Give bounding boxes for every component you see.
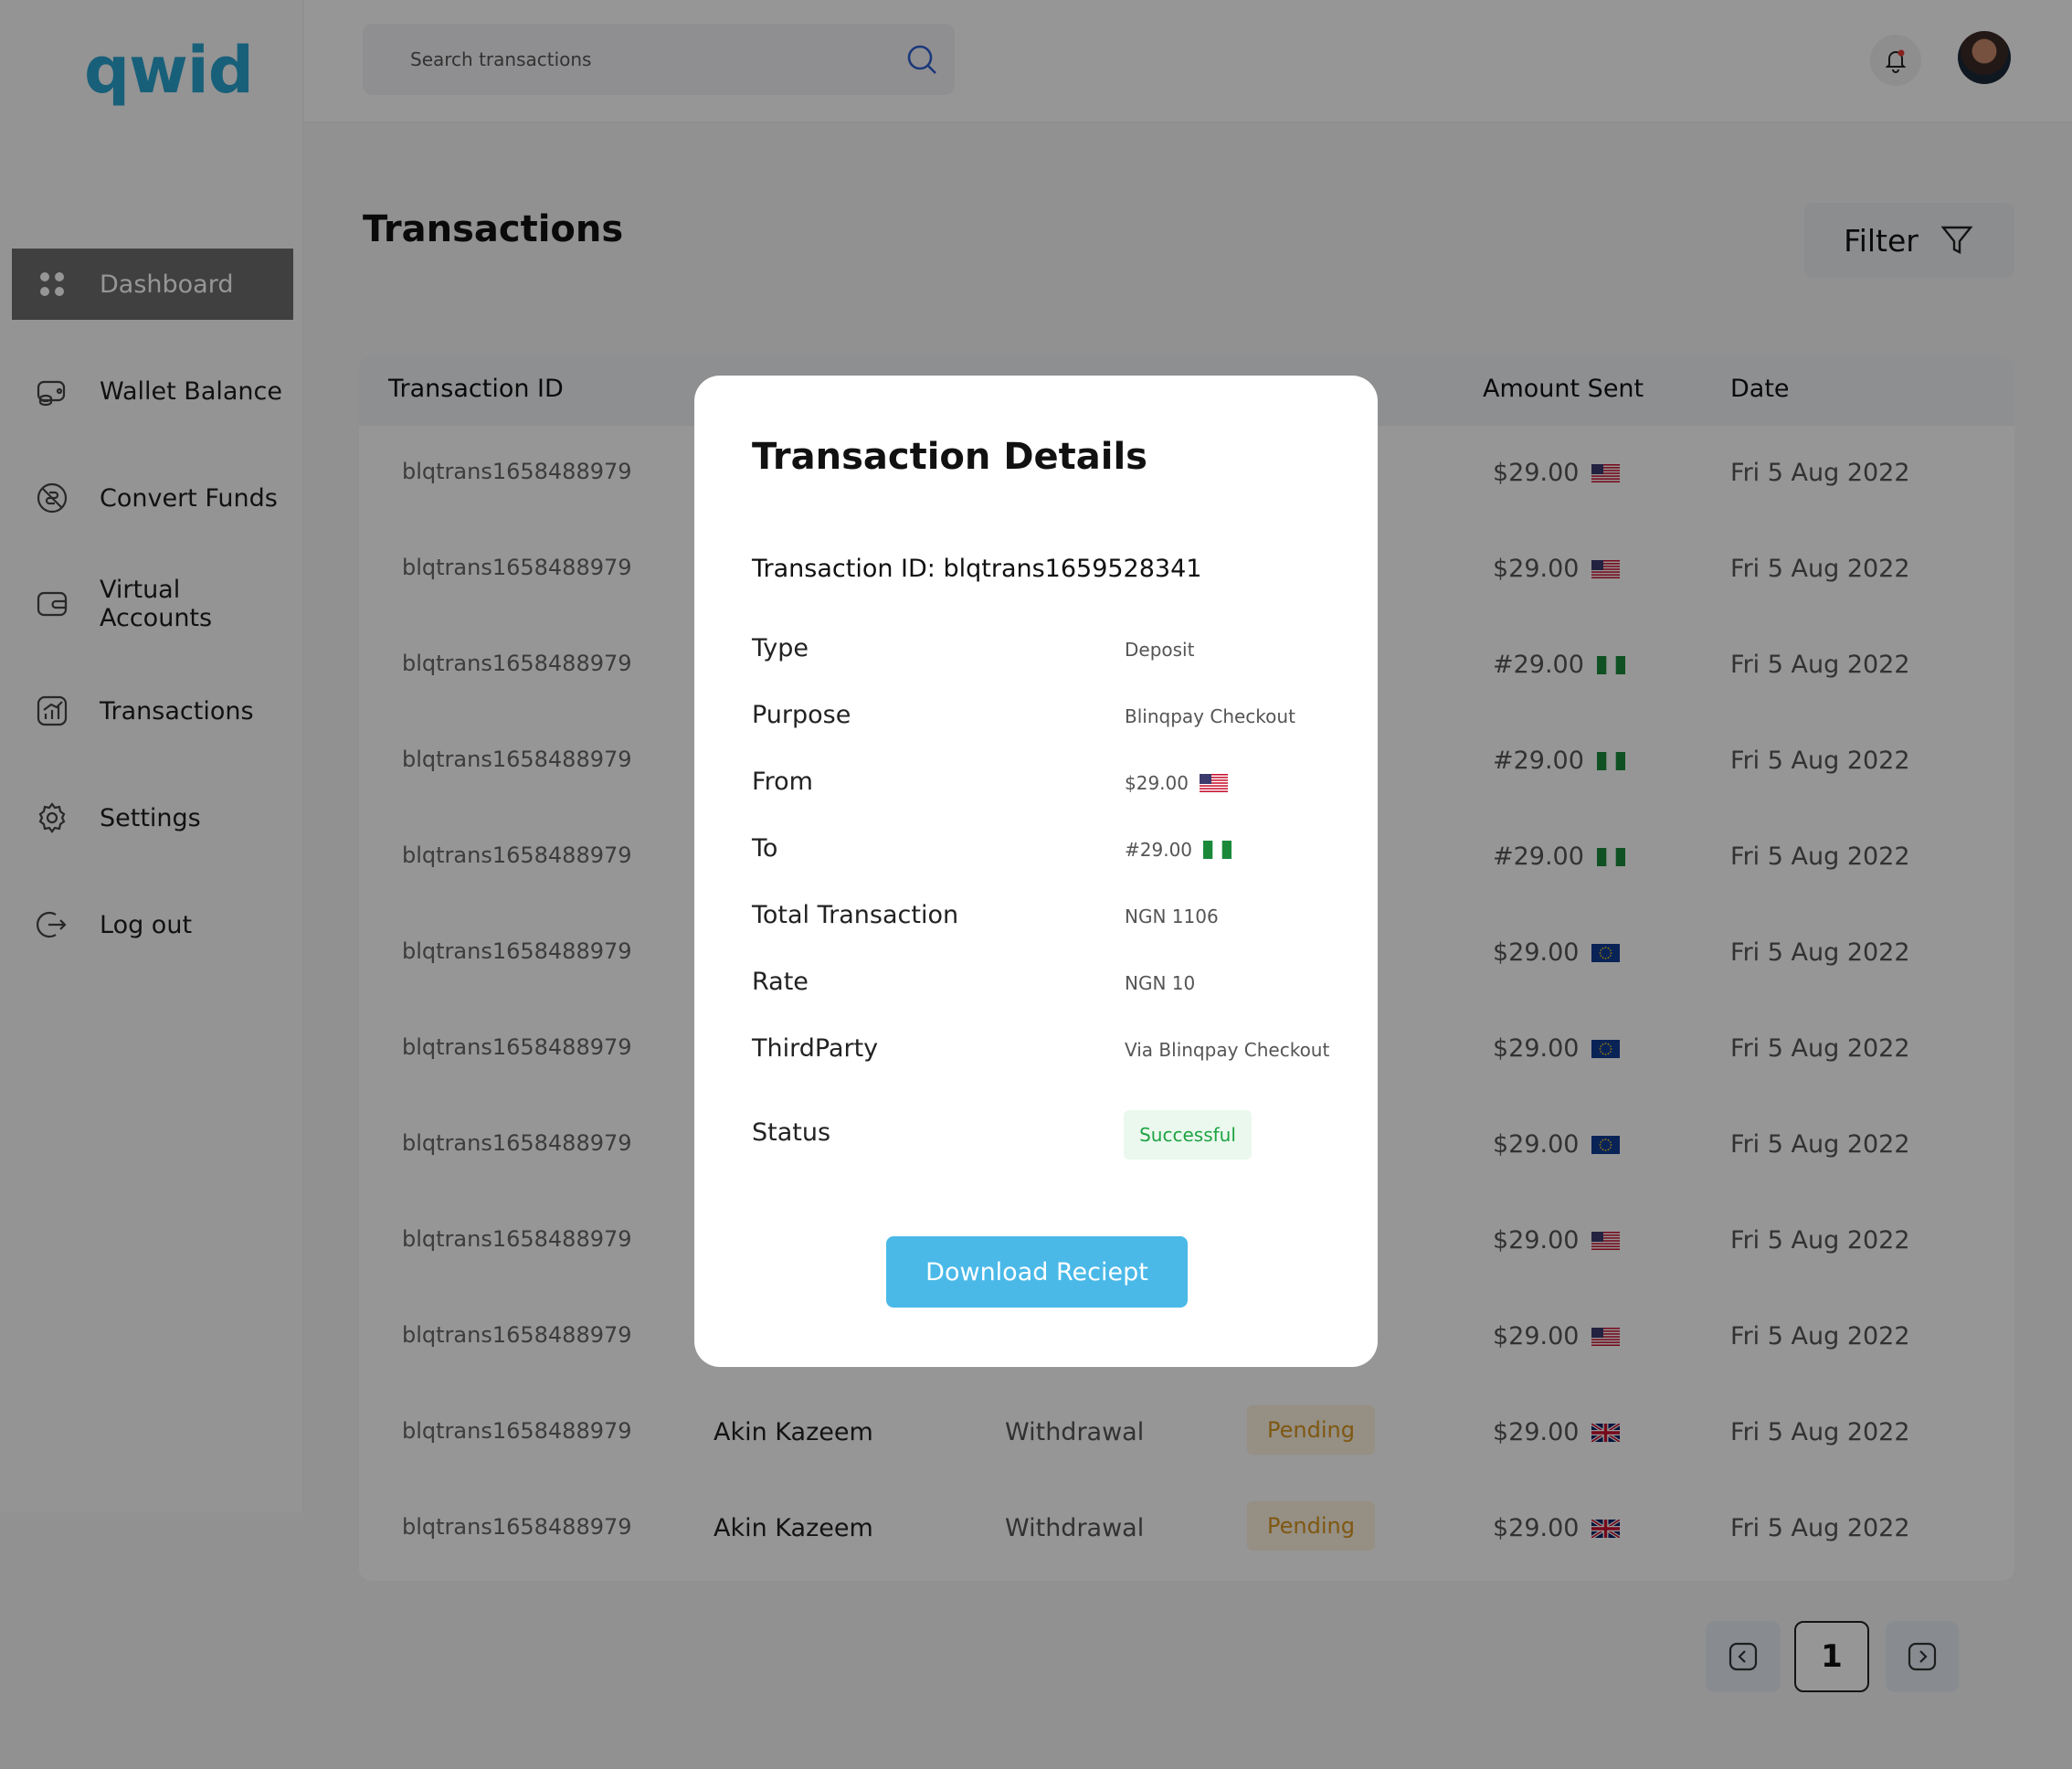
detail-value-text: Deposit xyxy=(1125,639,1195,661)
detail-value-text: Via Blinqpay Checkout xyxy=(1125,1039,1330,1061)
detail-value: #29.00 xyxy=(1125,839,1232,861)
detail-value-text: NGN 1106 xyxy=(1125,906,1219,927)
detail-value: Blinqpay Checkout xyxy=(1125,705,1295,727)
detail-label: ThirdParty xyxy=(752,1034,879,1063)
detail-value-text: NGN 10 xyxy=(1125,972,1196,994)
detail-label: To xyxy=(752,834,778,863)
detail-value-text: #29.00 xyxy=(1125,839,1193,861)
download-receipt-button[interactable]: Download Reciept xyxy=(886,1236,1188,1308)
detail-label: Type xyxy=(752,634,809,662)
detail-value: NGN 1106 xyxy=(1125,906,1219,927)
detail-value: $29.00 xyxy=(1125,772,1228,794)
transaction-details-modal: Transaction Details Transaction ID: blqt… xyxy=(694,376,1378,1367)
detail-label: Total Transaction xyxy=(752,901,959,929)
flag-us-icon xyxy=(1199,774,1228,792)
modal-title: Transaction Details xyxy=(752,436,1147,478)
detail-value-text: Blinqpay Checkout xyxy=(1125,705,1295,727)
modal-transaction-id: Transaction ID: blqtrans1659528341 xyxy=(752,555,1202,583)
status-badge: Successful xyxy=(1124,1110,1252,1160)
flag-ng-icon xyxy=(1203,841,1232,859)
detail-label: Rate xyxy=(752,968,809,996)
detail-value: Deposit xyxy=(1125,639,1194,661)
detail-value: Via Blinqpay Checkout xyxy=(1125,1039,1329,1061)
detail-label-status: Status xyxy=(752,1118,831,1147)
detail-value-text: $29.00 xyxy=(1125,772,1189,794)
detail-label: From xyxy=(752,768,813,796)
detail-label: Purpose xyxy=(752,701,851,729)
detail-value: NGN 10 xyxy=(1125,972,1195,994)
